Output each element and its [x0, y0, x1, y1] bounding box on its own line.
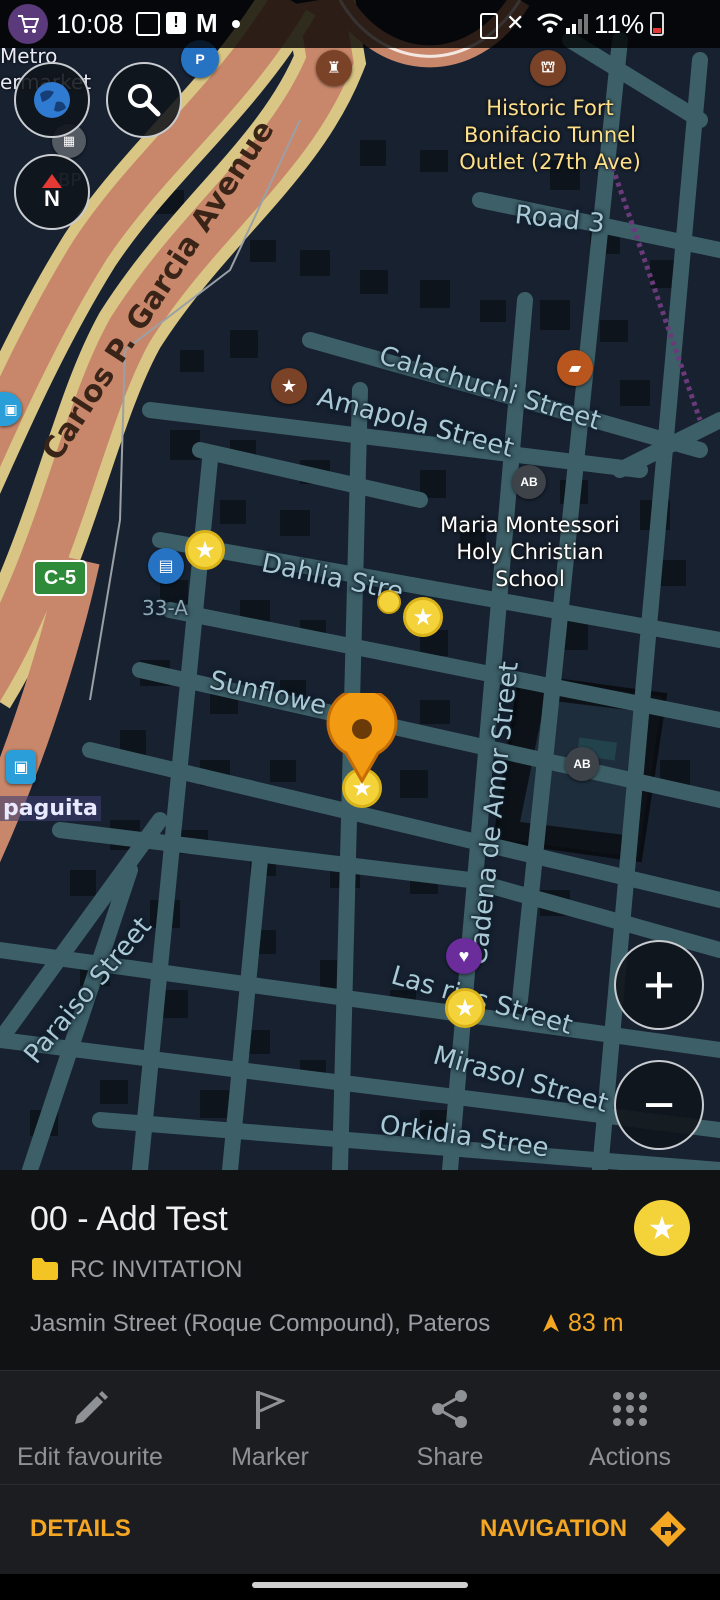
dot-icon: [232, 20, 240, 28]
bus-stop-icon[interactable]: ▣: [6, 750, 36, 784]
zoom-in-button[interactable]: +: [614, 940, 704, 1030]
poi-label-school: Maria Montessori Holy Christian School: [440, 513, 620, 591]
house-number-label: 33-A: [142, 596, 188, 620]
actions-label: Actions: [589, 1443, 671, 1471]
clothes-shop-icon[interactable]: ♥: [446, 938, 482, 974]
zoom-out-button[interactable]: −: [614, 1060, 704, 1150]
school-icon[interactable]: AB: [512, 465, 546, 499]
folder-icon: [32, 1258, 58, 1280]
edit-favourite-label: Edit favourite: [17, 1443, 163, 1471]
nfc-icon: [480, 13, 498, 39]
alert-icon: !: [166, 12, 186, 34]
edit-favourite-button[interactable]: Edit favourite: [0, 1371, 180, 1485]
selected-location-pin-icon[interactable]: [326, 693, 398, 785]
navigation-diamond-icon[interactable]: [648, 1509, 688, 1549]
shop-icon[interactable]: ▰: [557, 350, 593, 386]
sampaguita-label: paguita: [0, 796, 101, 821]
map-view[interactable]: Carlos P. Garcia Avenue Road 3 Calachuch…: [0, 0, 720, 1170]
place-title: 00 - Add Test: [30, 1200, 228, 1238]
search-button[interactable]: [106, 62, 182, 138]
status-time: 10:08: [56, 9, 124, 39]
historic-fort-icon[interactable]: ⛫: [530, 50, 566, 86]
place-distance: 83 m: [568, 1309, 624, 1337]
details-button[interactable]: DETAILS: [30, 1515, 131, 1543]
action-bar: Edit favourite Marker Share Actions: [0, 1370, 720, 1485]
home-gesture-handle[interactable]: [252, 1582, 468, 1588]
school-icon-2[interactable]: AB: [565, 747, 599, 781]
battery-icon: [650, 12, 664, 36]
map-style-button[interactable]: [14, 62, 90, 138]
school-icon-2-text: AB: [573, 757, 591, 771]
place-panel: 00 - Add Test RC INVITATION Jasmin Stree…: [0, 1170, 720, 1600]
search-icon: [128, 84, 161, 117]
share-icon: [432, 1390, 467, 1428]
status-bar: 10:08 ! M ✕ 11%: [0, 0, 720, 48]
navigation-button[interactable]: NAVIGATION: [480, 1515, 627, 1543]
bottom-button-bar: DETAILS NAVIGATION: [0, 1484, 720, 1575]
favourite-star-icon[interactable]: ★: [185, 530, 225, 570]
share-label: Share: [416, 1443, 484, 1471]
system-nav-bar: [0, 1574, 720, 1600]
place-info[interactable]: 00 - Add Test RC INVITATION Jasmin Stree…: [0, 1170, 720, 1370]
mute-icon: ✕: [506, 10, 525, 35]
direction-arrow-icon: [543, 1314, 559, 1332]
school-icon-text: AB: [520, 475, 538, 489]
marker-button[interactable]: Marker: [180, 1371, 360, 1485]
poi-label-fort: Historic Fort Bonifacio Tunnel Outlet (2…: [459, 96, 641, 174]
share-button[interactable]: Share: [360, 1371, 540, 1485]
app-notification-icon: [8, 4, 48, 44]
favourite-star-icon[interactable]: ★: [403, 597, 443, 637]
pencil-icon: [75, 1391, 108, 1424]
small-favourite-dot[interactable]: [377, 590, 401, 614]
battery-percent: 11%: [594, 9, 645, 39]
compass-letter: N: [44, 186, 60, 211]
actions-button[interactable]: Actions: [540, 1371, 720, 1485]
flag-icon: [256, 1391, 285, 1429]
place-folder: RC INVITATION: [70, 1256, 243, 1283]
marker-label: Marker: [231, 1443, 309, 1471]
favourite-star-icon[interactable]: ★: [445, 988, 485, 1028]
wifi-icon: [537, 13, 563, 33]
hotel-icon[interactable]: ▤: [148, 548, 184, 584]
landmark-star-icon[interactable]: ★: [271, 368, 307, 404]
place-address: Jasmin Street (Roque Compound), Pateros: [30, 1310, 491, 1337]
compass-button[interactable]: N: [14, 154, 90, 230]
globe-icon: [34, 82, 70, 118]
favourite-badge-icon[interactable]: ★: [634, 1200, 690, 1256]
route-c5-badge: C-5: [33, 560, 87, 596]
monument-icon[interactable]: ♜: [316, 50, 352, 86]
grid-icon: [613, 1392, 647, 1426]
signal-icon: [566, 14, 588, 34]
image-icon: [136, 12, 160, 36]
gmail-icon: M: [196, 8, 218, 38]
